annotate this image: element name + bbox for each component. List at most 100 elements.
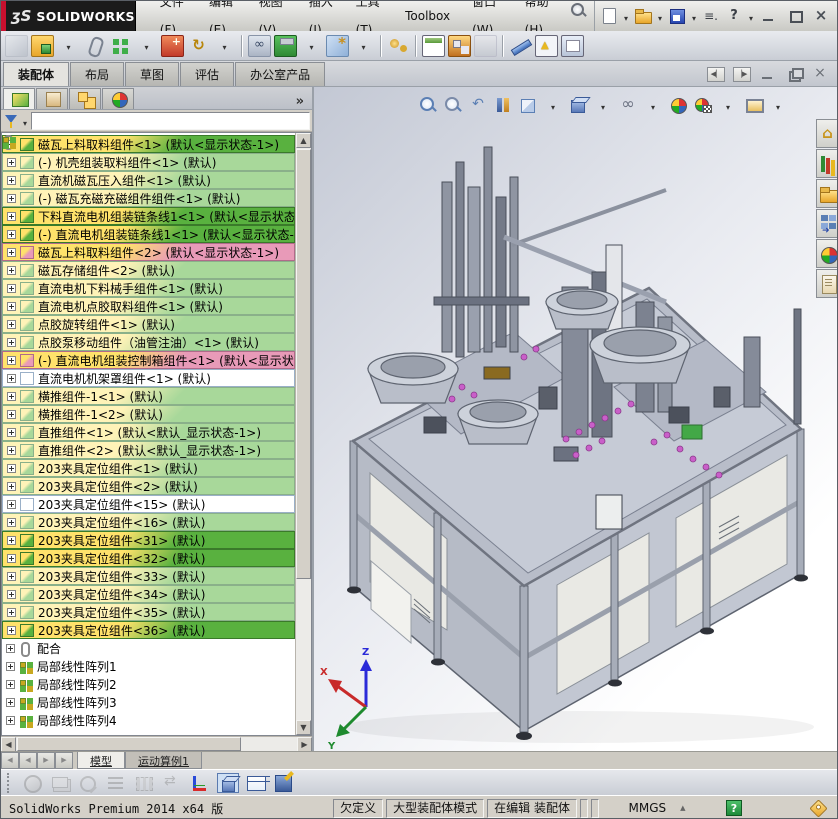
view-palette-icon[interactable] bbox=[816, 209, 837, 238]
tree-item[interactable]: 直推组件<2> (默认<默认_显示状态-1>) bbox=[2, 441, 295, 459]
insert-component-icon[interactable] bbox=[5, 34, 28, 57]
tab-nav-button[interactable]: ▶ bbox=[37, 752, 55, 769]
expand-icon[interactable] bbox=[6, 661, 15, 671]
tree-item[interactable]: (-) 直流电机组装链条线1<1> (默认<显示状态- bbox=[2, 225, 295, 243]
toolbar-drag-handle[interactable] bbox=[7, 772, 13, 793]
expand-icon[interactable] bbox=[7, 193, 16, 203]
expand-icon[interactable] bbox=[7, 391, 16, 401]
coordinate-system-icon[interactable] bbox=[189, 773, 211, 793]
help-icon[interactable]: ? bbox=[724, 6, 744, 26]
document-tab[interactable]: 运动算例1 bbox=[125, 752, 202, 769]
tree-item[interactable]: 203夹具定位组件<16> (默认) bbox=[2, 513, 295, 531]
tree-item[interactable]: 局部线性阵列1 bbox=[2, 657, 295, 675]
displaymanager-tab[interactable] bbox=[102, 88, 134, 109]
dropdown-arrow[interactable] bbox=[300, 35, 323, 57]
dropdown-arrow[interactable] bbox=[213, 35, 236, 57]
dropdown-arrow[interactable] bbox=[690, 6, 698, 26]
edit-sketch-icon[interactable] bbox=[77, 773, 99, 793]
move-component-icon[interactable] bbox=[187, 35, 210, 57]
minimize-button[interactable] bbox=[759, 8, 779, 24]
expand-icon[interactable] bbox=[7, 535, 16, 545]
open-document-icon[interactable] bbox=[633, 6, 653, 26]
expand-icon[interactable] bbox=[7, 481, 16, 491]
tree-horizontal-scrollbar[interactable]: ◀ ▶ bbox=[1, 736, 312, 752]
assembly-model[interactable]: Z X Y bbox=[314, 87, 838, 751]
tree-item[interactable]: 203夹具定位组件<33> (默认) bbox=[2, 567, 295, 585]
menu-item[interactable]: Toolbox bbox=[395, 2, 460, 30]
section-view-icon[interactable] bbox=[493, 95, 513, 115]
expand-icon[interactable] bbox=[7, 247, 16, 257]
file-explorer-icon[interactable] bbox=[816, 179, 837, 208]
expand-icon[interactable] bbox=[7, 427, 16, 437]
quick-tips-button[interactable]: ? bbox=[726, 800, 742, 816]
scroll-right-button[interactable]: ▶ bbox=[297, 737, 312, 752]
expand-icon[interactable] bbox=[6, 643, 15, 653]
grid-settings-icon[interactable] bbox=[133, 773, 155, 793]
expand-icon[interactable] bbox=[7, 355, 16, 365]
units-selector[interactable]: MMGS ▲ bbox=[602, 799, 712, 818]
zebra-stripes-icon[interactable] bbox=[21, 773, 43, 793]
expand-icon[interactable] bbox=[7, 607, 16, 617]
explode-line-sketch-icon[interactable] bbox=[474, 34, 497, 57]
compare-icon[interactable] bbox=[161, 773, 183, 793]
collapse-left-pane-button[interactable]: ◀▏ bbox=[707, 67, 725, 82]
expand-icon[interactable] bbox=[7, 499, 16, 509]
mate-icon[interactable] bbox=[83, 35, 106, 57]
tree-item[interactable]: 203夹具定位组件<31> (默认) bbox=[2, 531, 295, 549]
display-states-icon[interactable] bbox=[49, 773, 71, 793]
snapshot-icon[interactable] bbox=[561, 34, 584, 57]
expand-icon[interactable] bbox=[6, 697, 15, 707]
tree-item[interactable]: 配合 bbox=[2, 639, 295, 657]
expand-icon[interactable] bbox=[7, 463, 16, 473]
exploded-view-icon[interactable] bbox=[448, 34, 471, 57]
expand-icon[interactable] bbox=[7, 517, 16, 527]
show-hidden-components-icon[interactable] bbox=[248, 34, 271, 57]
save-document-icon[interactable] bbox=[667, 6, 687, 26]
design-table-icon[interactable] bbox=[245, 773, 267, 793]
view-settings-icon[interactable] bbox=[743, 95, 764, 115]
tree-item[interactable]: 磁瓦存储组件<2> (默认) bbox=[2, 261, 295, 279]
expand-icon[interactable] bbox=[7, 445, 16, 455]
scroll-thumb[interactable] bbox=[296, 149, 311, 579]
tree-item[interactable]: 直推组件<1> (默认<默认_显示状态-1>) bbox=[2, 423, 295, 441]
apply-scene-icon[interactable] bbox=[693, 95, 713, 115]
expand-icon[interactable] bbox=[6, 679, 15, 689]
close-button[interactable]: × bbox=[811, 8, 831, 24]
custom-properties-icon[interactable] bbox=[816, 269, 837, 298]
zoom-to-area-icon[interactable] bbox=[443, 95, 463, 115]
tree-item[interactable]: 下料直流电机组装链条线1<1> (默认<显示状态- bbox=[2, 207, 295, 225]
interference-detection-icon[interactable] bbox=[535, 34, 558, 57]
tag-icon[interactable] bbox=[809, 798, 828, 818]
properties-icon[interactable]: ≡. bbox=[701, 6, 721, 26]
tab-nav-button[interactable]: ◀ bbox=[19, 752, 37, 769]
view-orientation-icon[interactable] bbox=[518, 95, 538, 115]
tab-nav-button[interactable]: ◀ bbox=[1, 752, 19, 769]
tree-item[interactable]: (-) 机壳组装取料组件<1> (默认) bbox=[2, 153, 295, 171]
tree-item[interactable]: 磁瓦上料取料组件<2> (默认<显示状态-1>) bbox=[2, 243, 295, 261]
tab-nav-button[interactable]: ▶ bbox=[55, 752, 73, 769]
annotations-icon[interactable] bbox=[105, 773, 127, 793]
scroll-down-button[interactable]: ▼ bbox=[296, 720, 311, 735]
bill-of-materials-icon[interactable] bbox=[422, 34, 445, 57]
dropdown-arrow[interactable] bbox=[593, 95, 613, 115]
filter-input[interactable] bbox=[31, 111, 310, 130]
tree-item[interactable]: 203夹具定位组件<32> (默认) bbox=[2, 549, 295, 567]
dropdown-arrow[interactable] bbox=[135, 35, 158, 57]
tree-item[interactable]: 直流电机点胶取料组件<1> (默认) bbox=[2, 297, 295, 315]
assembly-features-icon[interactable] bbox=[274, 34, 297, 57]
hide-show-items-icon[interactable] bbox=[618, 95, 638, 115]
expand-icon[interactable] bbox=[7, 301, 16, 311]
expand-icon[interactable] bbox=[7, 283, 16, 293]
expand-icon[interactable] bbox=[7, 553, 16, 563]
expand-icon[interactable] bbox=[6, 715, 15, 725]
separator[interactable] bbox=[241, 34, 243, 57]
display-style-icon[interactable] bbox=[568, 95, 588, 115]
expand-icon[interactable] bbox=[7, 373, 16, 383]
open-part-icon[interactable] bbox=[31, 34, 54, 57]
filter-funnel-icon[interactable] bbox=[3, 113, 19, 129]
design-library-icon[interactable] bbox=[816, 149, 837, 178]
document-tab[interactable]: 模型 bbox=[77, 752, 125, 769]
tree-item[interactable]: (-) 直流电机组装控制箱组件<1> (默认<显示状 bbox=[2, 351, 295, 369]
new-document-icon[interactable] bbox=[599, 6, 619, 26]
dropdown-arrow[interactable] bbox=[718, 95, 738, 115]
